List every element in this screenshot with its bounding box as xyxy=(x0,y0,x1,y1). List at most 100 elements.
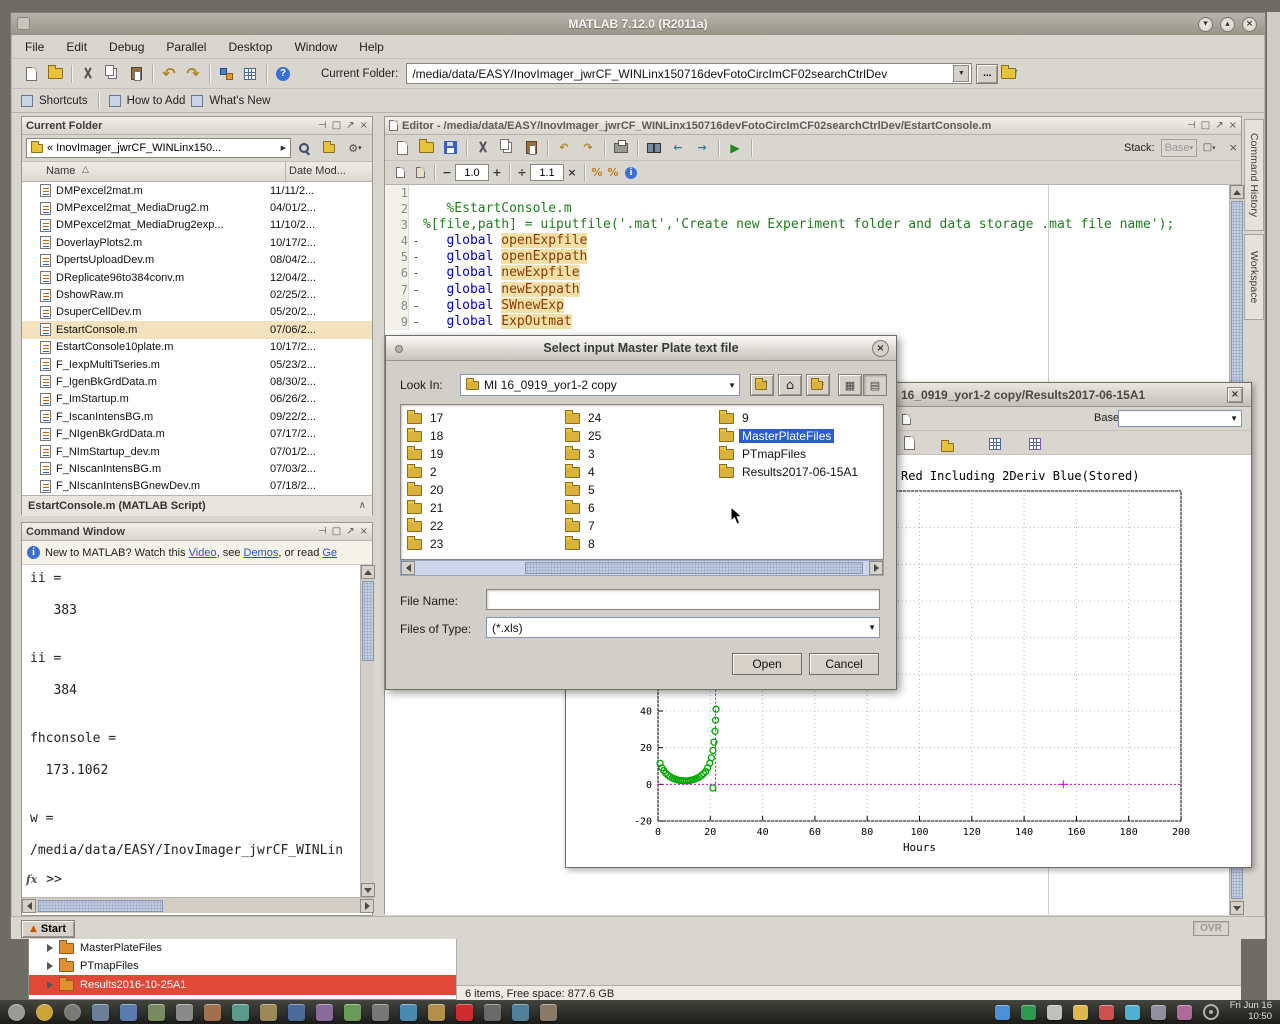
simulink-button[interactable] xyxy=(214,62,238,85)
launcher-icon[interactable] xyxy=(36,1004,53,1021)
maximize-icon[interactable]: □ xyxy=(332,121,341,131)
dialog-folder-item[interactable]: 24 xyxy=(565,409,715,427)
app-icon[interactable] xyxy=(260,1004,277,1021)
file-row[interactable]: DMPexcel2mat.m11/11/2... xyxy=(22,182,372,199)
scroll-right-button[interactable] xyxy=(360,899,374,913)
help-button[interactable]: ? xyxy=(271,62,295,85)
pager-icon[interactable] xyxy=(64,1004,81,1021)
cell-decrement-field[interactable]: 1.0 xyxy=(455,164,489,181)
column-divider[interactable] xyxy=(285,162,286,182)
files-of-type-combobox[interactable]: (*.xls) ▼ xyxy=(486,617,880,638)
evaluate-cell-advance-button[interactable]: % xyxy=(605,164,621,181)
multiply-value-button[interactable]: × xyxy=(564,164,580,181)
list-view-toggle[interactable]: ▤ xyxy=(863,374,887,396)
stack-combobox[interactable]: Base ▾ xyxy=(1161,139,1198,157)
command-vertical-scrollbar[interactable] xyxy=(360,565,374,897)
column-header-date[interactable]: Date Mod... xyxy=(289,165,369,177)
app-icon[interactable] xyxy=(484,1004,501,1021)
minimize-button[interactable]: ▾ xyxy=(1198,17,1213,32)
up-folder-button[interactable]: ↑ xyxy=(998,62,1022,85)
scroll-up-button[interactable] xyxy=(1230,185,1244,199)
dock-icon[interactable]: ⊣ xyxy=(318,121,327,131)
open-file-button[interactable] xyxy=(43,62,67,85)
undock-icon[interactable]: ↗ xyxy=(346,527,354,537)
breadcrumb-expand-icon[interactable]: ▶ xyxy=(281,144,286,152)
collapse-details-icon[interactable]: ∧ xyxy=(359,501,366,511)
dialog-folder-item[interactable]: 3 xyxy=(565,445,715,463)
scroll-up-button[interactable] xyxy=(361,565,375,579)
scrollbar-thumb[interactable] xyxy=(38,900,163,912)
taskbar-clock[interactable]: Fri Jun 16 10:50 xyxy=(1230,1001,1272,1023)
shortcut-whats-new[interactable]: What's New xyxy=(209,95,270,107)
dialog-folder-item[interactable]: 21 xyxy=(407,499,557,517)
code-line[interactable]: 1 xyxy=(385,185,1229,201)
app-icon[interactable] xyxy=(372,1004,389,1021)
file-row[interactable]: F_ImStartup.m06/26/2... xyxy=(22,391,372,408)
undo-button[interactable]: ↶ xyxy=(552,136,576,159)
increment-value-button[interactable]: + xyxy=(489,164,505,181)
open-button[interactable]: Open xyxy=(732,653,802,675)
scrollbar-thumb[interactable] xyxy=(362,581,374,661)
code-line[interactable]: 2 %EstartConsole.m xyxy=(385,201,1229,217)
shortcuts-label[interactable]: Shortcuts xyxy=(39,95,88,107)
menu-debug[interactable]: Debug xyxy=(109,40,144,54)
actions-button[interactable]: ⚙ ▾ xyxy=(342,137,368,160)
go-forward-button[interactable]: → xyxy=(690,136,714,159)
session-icon[interactable] xyxy=(8,1004,25,1021)
current-folder-combobox[interactable]: /media/data/EASY/InovImager_jwrCF_WINLin… xyxy=(406,63,972,84)
app-icon[interactable] xyxy=(204,1004,221,1021)
tab-workspace[interactable]: Workspace xyxy=(1244,234,1264,320)
scroll-left-button[interactable] xyxy=(401,561,415,575)
expand-triangle-icon[interactable] xyxy=(47,962,53,970)
tray-icon[interactable] xyxy=(1099,1005,1114,1020)
tray-icon[interactable] xyxy=(1125,1005,1140,1020)
dialog-folder-item[interactable]: 19 xyxy=(407,445,557,463)
go-back-button[interactable]: ← xyxy=(666,136,690,159)
undock-icon[interactable]: ↗ xyxy=(346,121,354,131)
redo-button[interactable]: ↷ xyxy=(576,136,600,159)
look-in-combobox[interactable]: MI 16_0919_yor1-2 copy ▼ xyxy=(460,374,740,396)
app-icon[interactable] xyxy=(92,1004,109,1021)
cut-button[interactable] xyxy=(471,136,495,159)
tray-icon[interactable] xyxy=(1177,1005,1192,1020)
breadcrumb[interactable]: « InovImager_jwrCF_WINLinx150... ▶ xyxy=(26,138,291,158)
code-line[interactable]: 9- global ExpOutmat xyxy=(385,314,1229,330)
scroll-down-button[interactable] xyxy=(1230,901,1244,915)
video-link[interactable]: Video xyxy=(189,547,217,559)
start-button[interactable]: ▲ Start xyxy=(21,920,75,938)
dialog-folder-item[interactable]: 8 xyxy=(565,535,715,553)
getting-started-link[interactable]: Ge xyxy=(322,547,337,559)
dialog-folder-item[interactable]: 17 xyxy=(407,409,557,427)
dialog-folder-item[interactable]: 25 xyxy=(565,427,715,445)
scroll-right-button[interactable] xyxy=(869,561,883,575)
demos-link[interactable]: Demos xyxy=(244,547,279,559)
app-icon[interactable] xyxy=(540,1004,557,1021)
undo-button[interactable]: ↶ xyxy=(157,62,181,85)
file-row[interactable]: F_NIgenBkGrdData.m07/17/2... xyxy=(22,425,372,442)
up-one-level-button[interactable]: ↑ xyxy=(750,374,774,396)
dialog-folder-item[interactable]: 5 xyxy=(565,481,715,499)
file-row[interactable]: EstartConsole.m07/06/2... xyxy=(22,321,372,338)
dialog-folder-item[interactable]: 18 xyxy=(407,427,557,445)
paste-button[interactable] xyxy=(124,62,148,85)
dialog-folder-item[interactable]: 2 xyxy=(407,463,557,481)
insert-cell-divider-button[interactable] xyxy=(410,161,430,184)
copy-button[interactable] xyxy=(495,136,519,159)
command-window-content[interactable]: ii = 383 ii = 384 fhconsole = 173.1062 w… xyxy=(22,565,360,897)
file-row[interactable]: F_NImStartup_dev.m07/01/2... xyxy=(22,443,372,460)
maximize-button[interactable]: ▴ xyxy=(1220,17,1235,32)
alert-app-icon[interactable] xyxy=(456,1004,473,1021)
file-row[interactable]: F_IscanIntensBG.m09/22/2... xyxy=(22,408,372,425)
app-icon[interactable] xyxy=(232,1004,249,1021)
app-icon[interactable] xyxy=(176,1004,193,1021)
scroll-left-button[interactable] xyxy=(22,899,36,913)
code-line[interactable]: 8- global SWnewExp xyxy=(385,298,1229,314)
command-prompt-row[interactable]: fx >> xyxy=(30,872,360,887)
file-list-column-headers[interactable]: Name △ Date Mod... xyxy=(22,162,372,182)
dialog-file-list[interactable]: 171819220212223 2425345678 9MasterPlateF… xyxy=(400,404,884,560)
close-icon[interactable]: × xyxy=(360,527,368,537)
run-button[interactable]: ▶ xyxy=(723,136,747,159)
dialog-folder-item[interactable]: Results2017-06-15A1 xyxy=(719,463,883,481)
print-button[interactable] xyxy=(609,136,633,159)
app-icon[interactable] xyxy=(344,1004,361,1021)
